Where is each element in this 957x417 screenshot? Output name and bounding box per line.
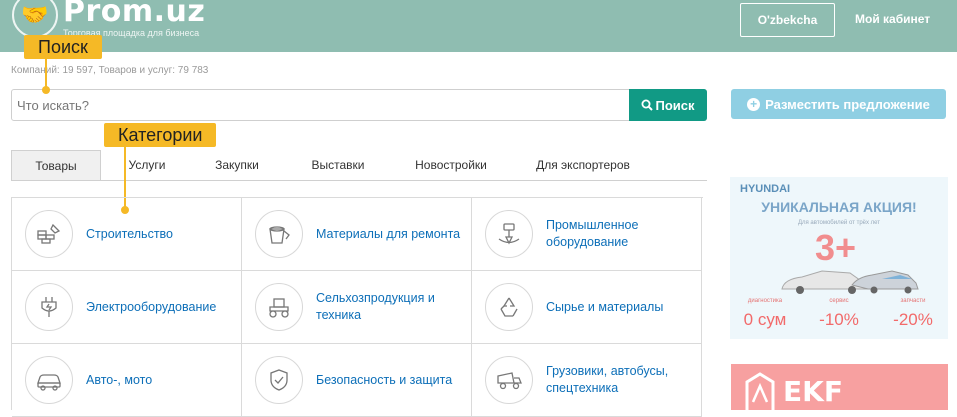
category-label: Сырье и материалы bbox=[546, 299, 664, 314]
category-construction[interactable]: Строительство bbox=[12, 198, 242, 271]
category-repair-materials[interactable]: Материалы для ремонта bbox=[242, 198, 472, 271]
recycle-icon bbox=[485, 283, 533, 331]
category-security[interactable]: Безопасность и защита bbox=[242, 344, 472, 417]
tab-goods[interactable]: Товары bbox=[11, 150, 101, 180]
tab-bar: Товары Услуги Закупки Выставки Новострой… bbox=[11, 150, 707, 181]
search-bar: Поиск bbox=[11, 89, 707, 121]
callout-categories: Категории bbox=[104, 123, 217, 147]
callout-search-dot bbox=[42, 86, 50, 94]
tractor-icon bbox=[255, 283, 303, 331]
category-industrial-equipment[interactable]: Промышленное оборудование bbox=[472, 198, 702, 271]
promo-value: 0 сум bbox=[743, 310, 787, 329]
truck-icon bbox=[485, 356, 533, 404]
promo-label: диагностика bbox=[747, 298, 783, 304]
promo-value: -10% bbox=[819, 310, 859, 329]
language-button[interactable]: O'zbekcha bbox=[740, 3, 835, 37]
promo-value: -20% bbox=[893, 310, 933, 329]
promo-label: сервис bbox=[829, 298, 849, 304]
search-button[interactable]: Поиск bbox=[629, 89, 707, 121]
my-cabinet-link[interactable]: Мой кабинет bbox=[855, 12, 930, 26]
paint-bucket-icon bbox=[255, 210, 303, 258]
banner-subtitle: Для автомобилей от трёх лет bbox=[797, 220, 881, 226]
car-icon bbox=[25, 356, 73, 404]
stats-text: Компаний: 19 597, Товаров и услуг: 79 78… bbox=[11, 65, 209, 76]
handshake-logo-icon[interactable]: 🤝 bbox=[12, 0, 58, 38]
shield-icon bbox=[255, 356, 303, 404]
category-label: Промышленное оборудование bbox=[546, 218, 639, 249]
category-label: Безопасность и защита bbox=[316, 372, 453, 387]
ekf-ad-banner[interactable]: EKF bbox=[731, 364, 948, 410]
banner-title: УНИКАЛЬНАЯ АКЦИЯ! bbox=[761, 199, 917, 215]
hyundai-ad-banner[interactable]: HYUNDAI УНИКАЛЬНАЯ АКЦИЯ! Для автомобиле… bbox=[730, 177, 948, 339]
logo-text[interactable]: Prom.uz bbox=[63, 0, 205, 29]
drill-icon bbox=[485, 210, 533, 258]
bricks-icon bbox=[25, 210, 73, 258]
site-header: 🤝 Prom.uz Торговая площадка для бизнеса … bbox=[0, 0, 957, 52]
search-input[interactable] bbox=[12, 90, 630, 120]
category-label: Авто-, мото bbox=[86, 372, 153, 387]
category-agriculture[interactable]: Сельхозпродукция и техника bbox=[242, 271, 472, 344]
search-icon bbox=[641, 99, 654, 111]
search-button-label: Поиск bbox=[655, 97, 695, 113]
category-label: Строительство bbox=[86, 226, 173, 241]
promo-label: запчасти bbox=[900, 298, 926, 304]
plug-icon bbox=[25, 283, 73, 331]
category-auto-moto[interactable]: Авто-, мото bbox=[12, 344, 242, 417]
place-offer-label: Разместить предложение bbox=[765, 96, 930, 112]
tab-services[interactable]: Услуги bbox=[107, 150, 187, 180]
callout-search: Поиск bbox=[24, 35, 102, 59]
category-raw-materials[interactable]: Сырье и материалы bbox=[472, 271, 702, 344]
plus-icon: + bbox=[747, 97, 761, 111]
place-offer-button[interactable]: + Разместить предложение bbox=[731, 89, 946, 119]
tab-exhibitions[interactable]: Выставки bbox=[293, 150, 383, 180]
category-label: Электрооборудование bbox=[86, 299, 217, 314]
category-label: Сельхозпродукция и техника bbox=[316, 291, 435, 322]
tab-purchases[interactable]: Закупки bbox=[197, 150, 277, 180]
ekf-logo-icon bbox=[745, 372, 775, 410]
category-grid: Строительство Материалы для ремонта Пром… bbox=[11, 197, 703, 417]
category-label: Материалы для ремонта bbox=[316, 226, 461, 241]
callout-search-line bbox=[45, 59, 47, 89]
category-label: Грузовики, автобусы, спецтехника bbox=[546, 364, 669, 395]
cars-image bbox=[781, 270, 919, 294]
category-electrical[interactable]: Электрооборудование bbox=[12, 271, 242, 344]
hyundai-brand: HYUNDAI bbox=[740, 183, 791, 195]
tab-new-buildings[interactable]: Новостройки bbox=[401, 150, 501, 180]
tab-exporters[interactable]: Для экспортеров bbox=[523, 150, 643, 180]
category-trucks[interactable]: Грузовики, автобусы, спецтехника bbox=[472, 344, 702, 417]
ekf-brand: EKF bbox=[783, 375, 843, 408]
